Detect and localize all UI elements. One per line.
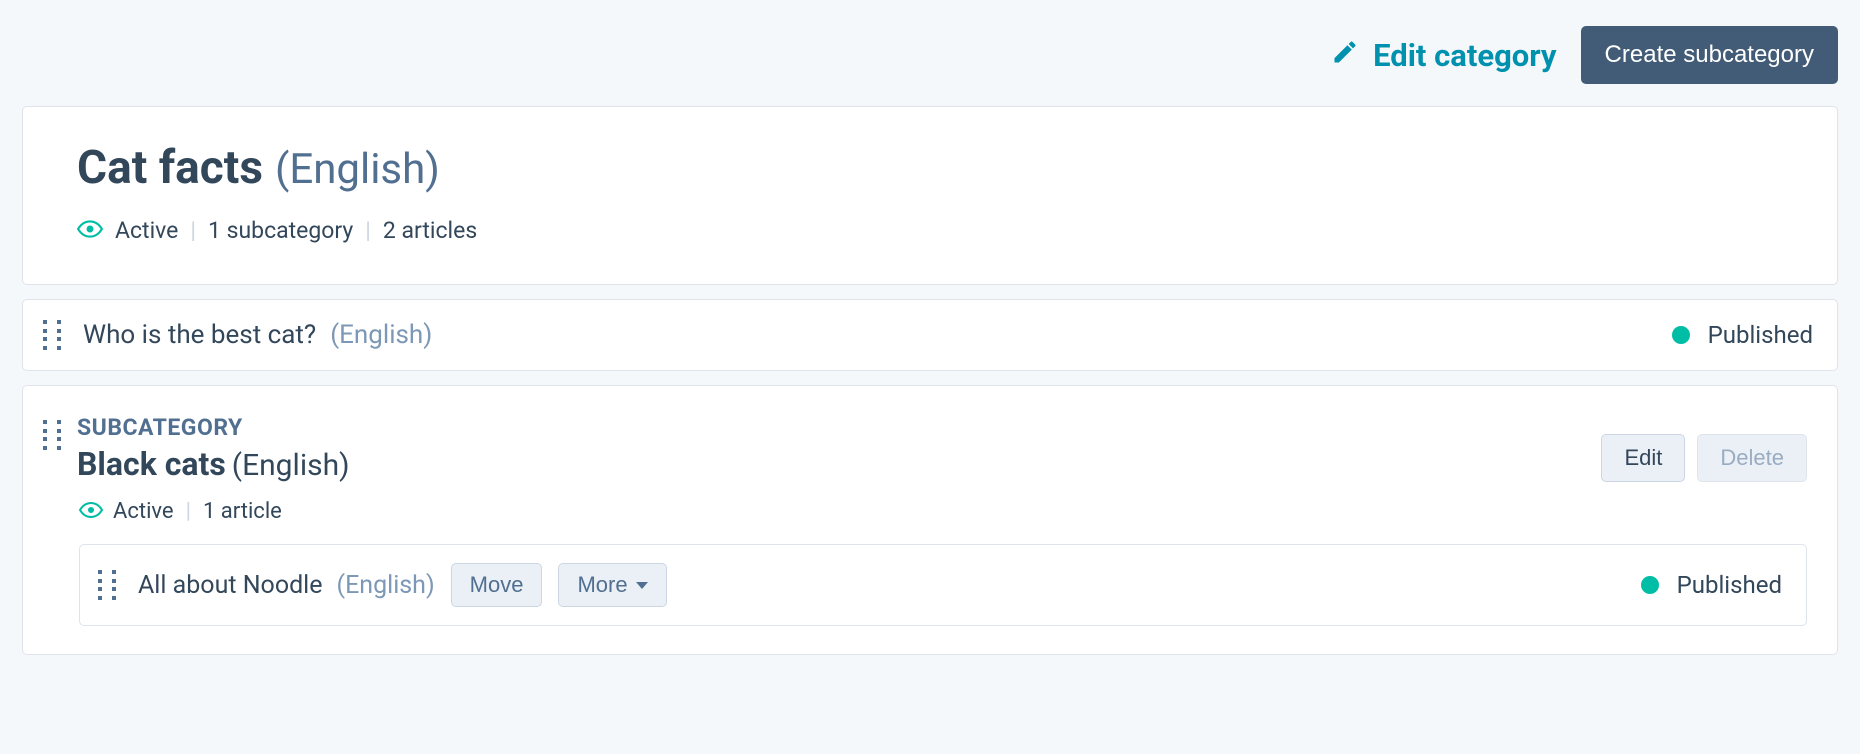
status-dot-icon bbox=[1672, 326, 1690, 344]
article-status: Published bbox=[1672, 321, 1813, 349]
nested-article-row[interactable]: All about Noodle (English) Move More Pub… bbox=[79, 544, 1807, 626]
drag-handle-icon[interactable] bbox=[43, 420, 61, 450]
article-title: Who is the best cat? bbox=[83, 320, 316, 350]
article-row-left: Who is the best cat? (English) bbox=[43, 320, 432, 350]
category-status: Active bbox=[115, 217, 178, 244]
drag-handle-icon[interactable] bbox=[43, 320, 61, 350]
nested-article-language: (English) bbox=[337, 571, 435, 600]
chevron-down-icon bbox=[636, 582, 648, 589]
edit-button[interactable]: Edit bbox=[1601, 434, 1685, 482]
drag-handle-icon[interactable] bbox=[98, 570, 116, 600]
nested-article-left: All about Noodle (English) Move More bbox=[98, 563, 667, 607]
subcategory-meta-row: Active | 1 article bbox=[79, 499, 1807, 524]
subcategory-header-left: SUBCATEGORY Black cats (English) bbox=[43, 414, 350, 483]
meta-separator: | bbox=[174, 499, 203, 524]
create-subcategory-button[interactable]: Create subcategory bbox=[1581, 26, 1838, 84]
eye-icon bbox=[79, 499, 113, 524]
pencil-icon bbox=[1331, 37, 1359, 74]
meta-separator: | bbox=[353, 217, 383, 244]
edit-category-link[interactable]: Edit category bbox=[1331, 37, 1556, 74]
subcategory-action-buttons: Edit Delete bbox=[1601, 434, 1807, 482]
subcategory-card: SUBCATEGORY Black cats (English) Edit De… bbox=[22, 385, 1838, 655]
more-button-label: More bbox=[577, 572, 627, 598]
category-language: (English) bbox=[275, 145, 440, 194]
article-status-label: Published bbox=[1708, 321, 1813, 349]
move-button[interactable]: Move bbox=[451, 563, 543, 607]
category-title-row: Cat facts (English) bbox=[77, 141, 1783, 195]
nested-article-status-label: Published bbox=[1677, 571, 1782, 599]
category-article-count: 2 articles bbox=[383, 217, 477, 244]
category-header-card: Cat facts (English) Active | 1 subcatego… bbox=[22, 106, 1838, 285]
subcategory-label: SUBCATEGORY bbox=[77, 414, 350, 441]
eye-icon bbox=[77, 217, 115, 244]
nested-article-title: All about Noodle bbox=[138, 571, 323, 600]
article-language: (English) bbox=[330, 320, 432, 350]
category-meta-row: Active | 1 subcategory | 2 articles bbox=[77, 217, 1783, 244]
subcategory-language: (English) bbox=[232, 448, 350, 483]
article-row[interactable]: Who is the best cat? (English) Published bbox=[22, 299, 1838, 371]
edit-category-label: Edit category bbox=[1373, 37, 1556, 74]
category-title: Cat facts bbox=[77, 141, 263, 195]
subcategory-article-count: 1 article bbox=[203, 499, 282, 524]
subcategory-name: Black cats bbox=[77, 445, 226, 483]
status-dot-icon bbox=[1641, 576, 1659, 594]
subcategory-name-row: Black cats (English) bbox=[77, 445, 350, 483]
more-button[interactable]: More bbox=[558, 563, 666, 607]
category-subcategory-count: 1 subcategory bbox=[208, 217, 353, 244]
meta-separator: | bbox=[178, 217, 208, 244]
top-actions: Edit category Create subcategory bbox=[22, 0, 1838, 106]
subcategory-status: Active bbox=[113, 499, 174, 524]
nested-article-status: Published bbox=[1641, 571, 1782, 599]
delete-button[interactable]: Delete bbox=[1697, 434, 1807, 482]
subcategory-header: SUBCATEGORY Black cats (English) Edit De… bbox=[43, 414, 1807, 483]
